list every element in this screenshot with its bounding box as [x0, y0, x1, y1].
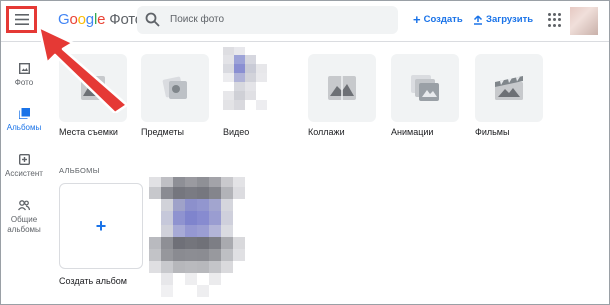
assistant-icon — [18, 153, 30, 166]
albums-section-title: АЛЬБОМЫ — [59, 166, 100, 175]
category-things[interactable]: Предметы — [141, 54, 209, 137]
create-album-card[interactable]: + — [59, 183, 143, 269]
google-photos-logo[interactable]: Google Фото — [58, 11, 143, 28]
objects-icon — [162, 76, 187, 99]
search-icon[interactable] — [145, 12, 160, 27]
category-animations[interactable]: Анимации — [391, 54, 459, 137]
animation-icon — [411, 75, 439, 101]
sidebar: Фото Альбомы Ассистент Общие альбомы — [1, 42, 47, 304]
photo-icon — [18, 62, 30, 75]
video-thumbnail — [223, 47, 267, 110]
collage-icon — [328, 76, 356, 100]
create-button[interactable]: + Создать — [413, 12, 463, 27]
sidebar-item-photos[interactable]: Фото — [1, 62, 47, 88]
plus-icon: + — [95, 215, 107, 236]
landscape-icon — [81, 76, 105, 100]
top-bar: Google Фото Поиск фото + Создать Загрузит… — [1, 1, 609, 42]
avatar[interactable] — [570, 7, 598, 35]
category-movies[interactable]: Фильмы — [475, 54, 543, 137]
plus-icon: + — [413, 12, 421, 27]
sidebar-item-shared-albums[interactable]: Общие альбомы — [1, 200, 47, 235]
apps-grid-icon[interactable] — [548, 13, 562, 27]
search-bar[interactable]: Поиск фото — [137, 6, 398, 34]
category-places[interactable]: Места съемки — [59, 54, 127, 137]
albums-icon — [17, 108, 30, 120]
app-window: Google Фото Поиск фото + Создать Загрузит… — [0, 0, 610, 305]
movie-icon — [495, 76, 523, 100]
category-collages[interactable]: Коллажи — [308, 54, 376, 137]
hamburger-menu-icon — [14, 14, 29, 25]
album-thumbnail[interactable] — [149, 177, 249, 302]
upload-icon — [473, 14, 483, 25]
sidebar-item-assistant[interactable]: Ассистент — [1, 153, 47, 179]
sidebar-item-albums[interactable]: Альбомы — [1, 108, 47, 133]
create-album-label: Создать альбом — [59, 276, 127, 286]
people-icon — [17, 200, 31, 211]
search-placeholder: Поиск фото — [170, 14, 225, 25]
upload-button[interactable]: Загрузить — [473, 14, 533, 25]
main-menu-button[interactable] — [6, 6, 37, 33]
